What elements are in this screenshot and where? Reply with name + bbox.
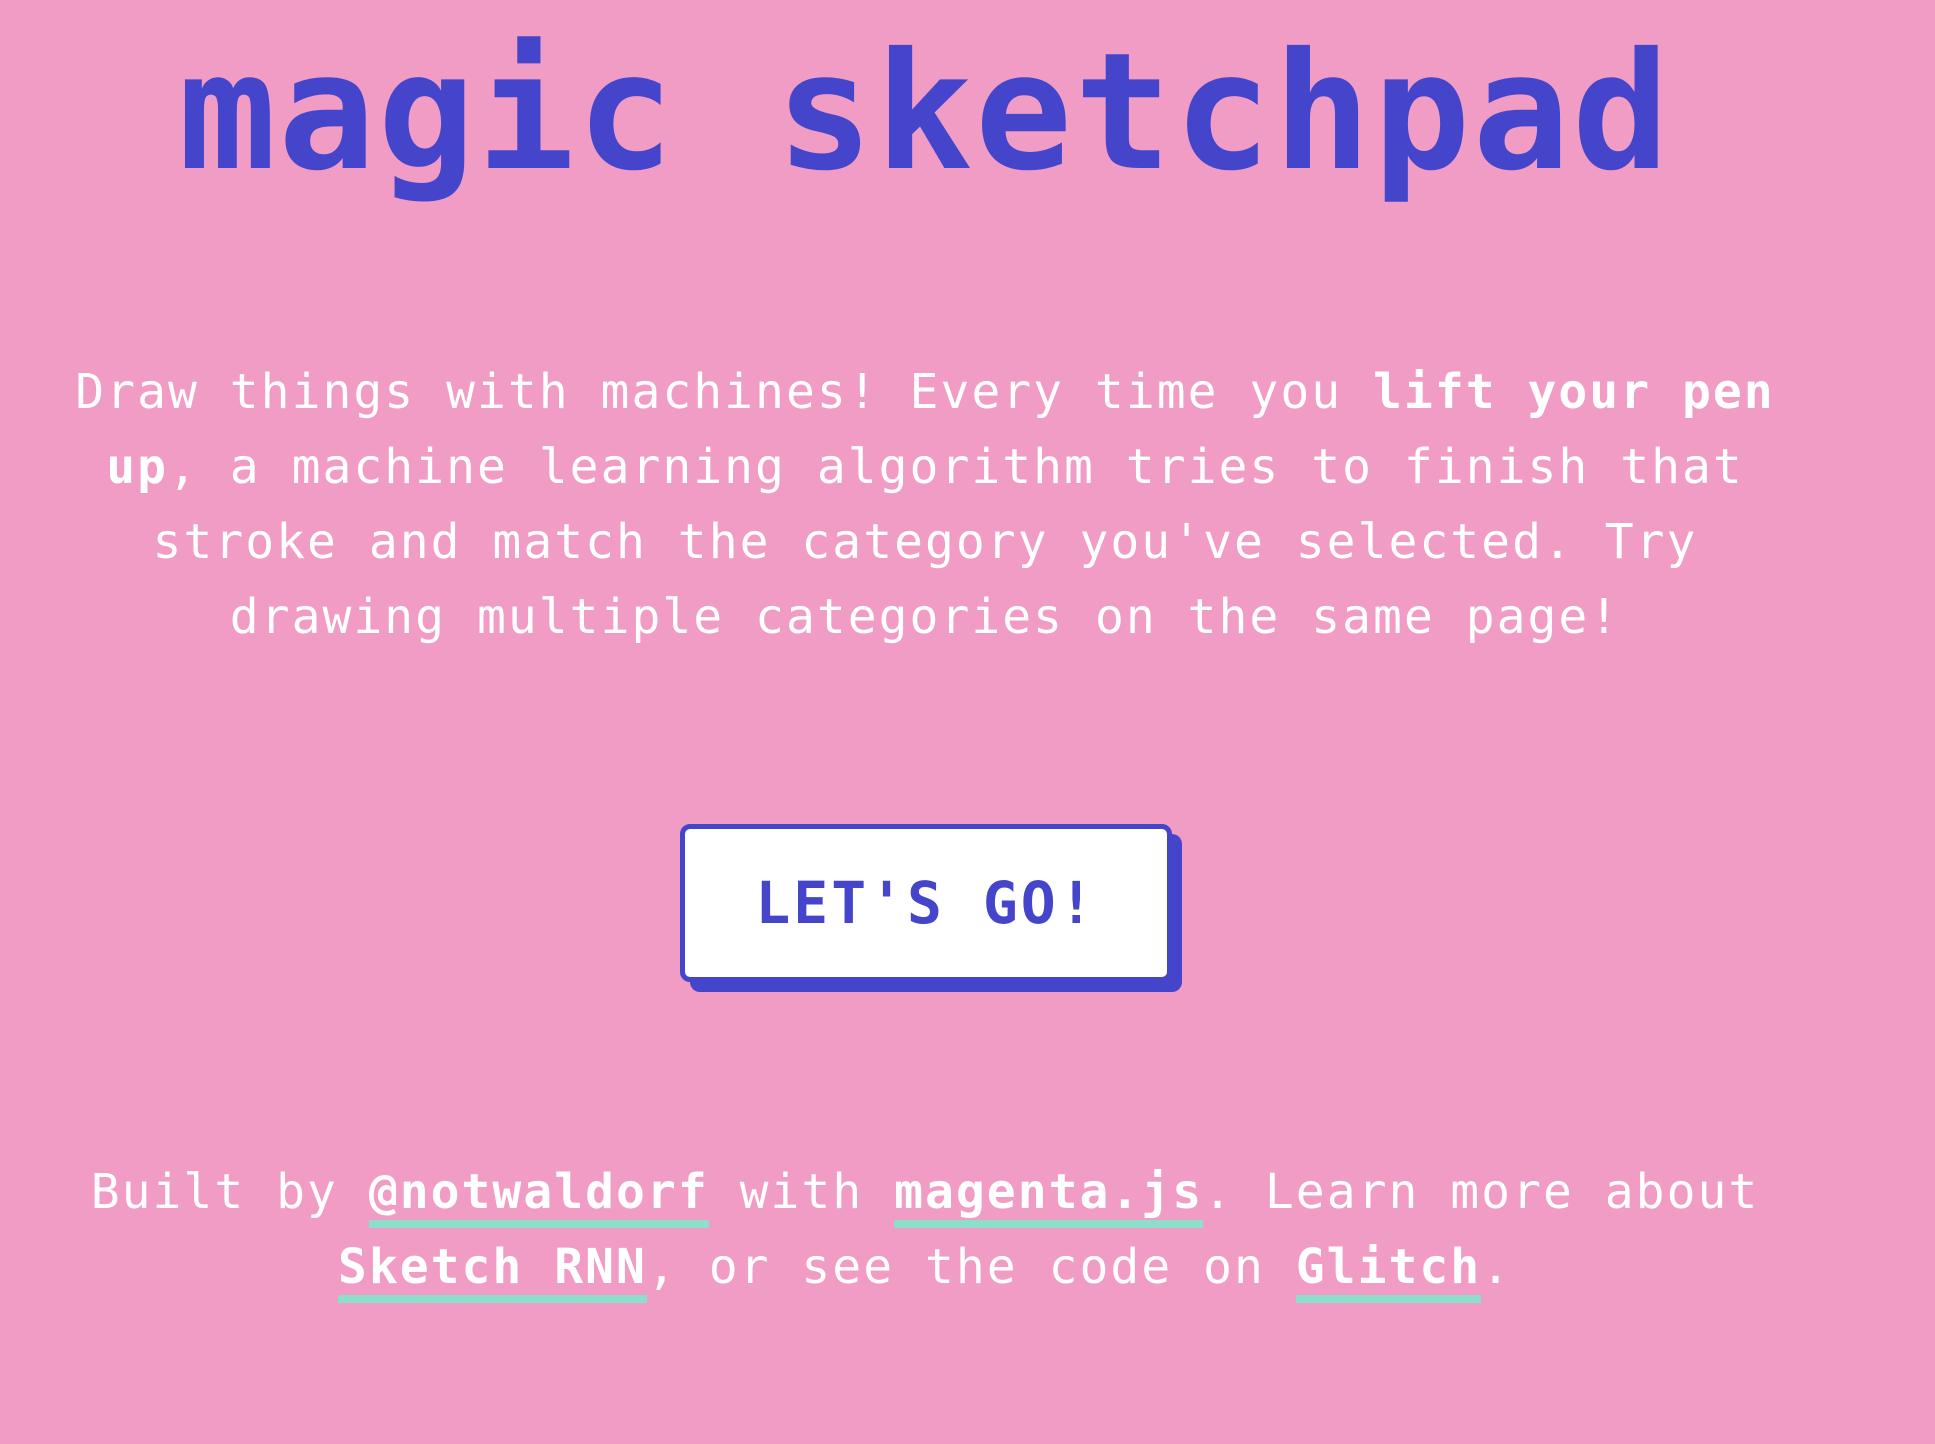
lets-go-button-wrapper: LET'S GO! [680, 824, 1182, 992]
glitch-link[interactable]: Glitch [1295, 1239, 1482, 1303]
lets-go-button[interactable]: LET'S GO! [680, 824, 1172, 982]
sketch-rnn-link[interactable]: Sketch RNN [337, 1239, 647, 1303]
page-title: magic sketchpad [178, 19, 1672, 207]
intro-paragraph: Draw things with machines! Every time yo… [40, 355, 1810, 655]
intro-text-after: , a machine learning algorithm tries to … [152, 439, 1744, 645]
intro-text-before: Draw things with machines! Every time yo… [75, 364, 1374, 420]
credits-paragraph: Built by @notwaldorf with magenta.js. Le… [40, 1155, 1810, 1305]
credits-end: . [1481, 1239, 1513, 1295]
credits-learn-more: . Learn more about [1203, 1164, 1760, 1220]
credits-with: with [708, 1164, 895, 1220]
credits-built-by: Built by [90, 1164, 369, 1220]
magenta-link[interactable]: magenta.js [894, 1164, 1204, 1228]
landing-page: magic sketchpad Draw things with machine… [0, 0, 1935, 1444]
credits-or-see: , or see the code on [646, 1239, 1296, 1295]
author-link[interactable]: @notwaldorf [368, 1164, 709, 1228]
